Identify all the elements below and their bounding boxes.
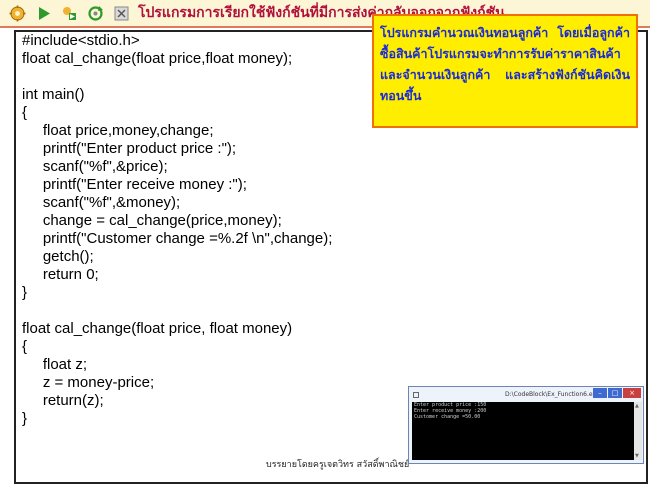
console-scrollbar[interactable]: ▲ ▼ [634, 402, 642, 460]
code-line: scanf("%f",&money); [22, 194, 181, 211]
code-line: scanf("%f",&price); [22, 158, 168, 175]
refresh-icon[interactable] [87, 5, 104, 22]
code-line: printf("Enter receive money :"); [22, 176, 247, 193]
code-line: return(z); [22, 392, 104, 409]
code-line: change = cal_change(price,money); [22, 212, 282, 229]
close-icon[interactable] [113, 5, 130, 22]
console-output: Enter product price :150 Enter receive m… [412, 402, 634, 460]
code-line: } [22, 284, 28, 301]
code-line: float cal_change(float price, float mone… [22, 320, 293, 337]
console-line: Customer change =50.00 [414, 414, 481, 420]
code-line: getch(); [22, 248, 94, 265]
runner-icon[interactable] [61, 5, 78, 22]
code-line: { [22, 338, 28, 355]
lecturer-credit: บรรยายโดยครูเจตวิทร สวัสดิ์พาณิชย์ [266, 460, 410, 470]
scroll-up-icon[interactable]: ▲ [635, 403, 639, 409]
console-titlebar[interactable]: D:\CodeBlock\Ex_Function6.exe – □ × [409, 387, 643, 402]
console-window: D:\CodeBlock\Ex_Function6.exe – □ × Ente… [408, 386, 644, 464]
close-button[interactable]: × [623, 388, 641, 398]
console-app-icon [413, 391, 419, 398]
code-line: float z; [22, 356, 88, 373]
code-line: } [22, 410, 28, 427]
code-line: printf("Customer change =%.2f \n",change… [22, 230, 333, 247]
description-note: โปรแกรมคำนวณเงินทอนลูกค้า โดยเมื่อลูกค้า… [372, 14, 638, 128]
code-line: return 0; [22, 266, 99, 283]
play-icon[interactable] [35, 5, 52, 22]
minimize-button[interactable]: – [593, 388, 607, 398]
maximize-button[interactable]: □ [608, 388, 622, 398]
console-title: D:\CodeBlock\Ex_Function6.exe [505, 391, 600, 398]
gear-icon[interactable] [9, 5, 26, 22]
code-line: z = money-price; [22, 374, 155, 391]
scroll-down-icon[interactable]: ▼ [635, 453, 639, 459]
code-line: printf("Enter product price :"); [22, 140, 237, 157]
